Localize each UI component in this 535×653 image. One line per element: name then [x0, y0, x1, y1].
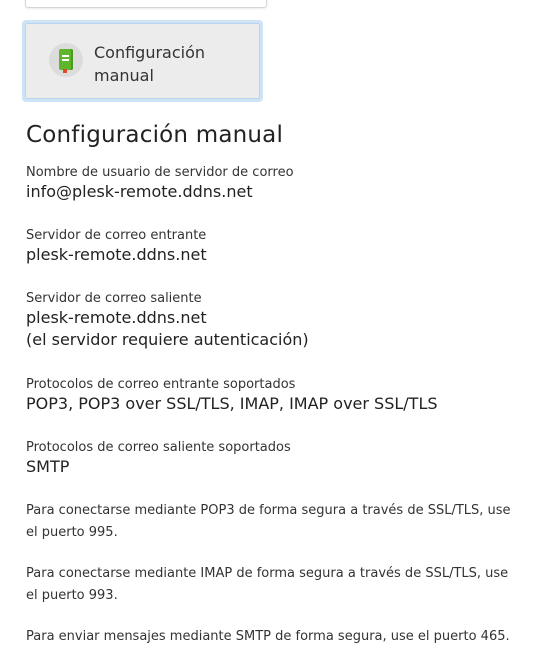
field-username: Nombre de usuario de servidor de correo …	[26, 164, 294, 203]
field-label: Protocolos de correo saliente soportados	[26, 440, 291, 455]
field-outgoing-server: Servidor de correo saliente plesk-remote…	[26, 290, 309, 351]
field-value: info@plesk-remote.ddns.net	[26, 182, 253, 201]
note-smtp: Para enviar mensajes mediante SMTP de fo…	[26, 629, 510, 644]
field-label: Protocolos de correo entrante soportados	[26, 377, 296, 392]
manual-book-icon	[59, 49, 73, 73]
book-line	[62, 59, 69, 61]
option-label-line1: Configuración	[94, 43, 206, 62]
field-incoming-server: Servidor de correo entrante plesk-remote…	[26, 227, 207, 266]
book-bookmark	[63, 69, 67, 73]
field-incoming-protocols: Protocolos de correo entrante soportados…	[26, 376, 438, 415]
book-line	[62, 55, 69, 57]
option-icon-circle	[49, 43, 83, 77]
field-label: Nombre de usuario de servidor de correo	[26, 165, 294, 180]
option-label-line2: manual	[94, 66, 154, 85]
field-value: SMTP	[26, 457, 70, 476]
mail-setup-page: Configuración manual Configuración manua…	[0, 0, 535, 653]
note-imap: Para conectarse mediante IMAP de forma s…	[26, 566, 509, 603]
section-title: Configuración manual	[26, 122, 284, 148]
field-outgoing-protocols: Protocolos de correo saliente soportados…	[26, 439, 291, 478]
field-value-note: (el servidor requiere autenticación)	[26, 330, 309, 349]
manual-configuration-option[interactable]: Configuración manual	[22, 20, 263, 102]
field-value: POP3, POP3 over SSL/TLS, IMAP, IMAP over…	[26, 394, 438, 413]
field-value: plesk-remote.ddns.net	[26, 245, 207, 264]
previous-option-card[interactable]	[25, 0, 267, 8]
note-pop3: Para conectarse mediante POP3 de forma s…	[26, 503, 511, 540]
option-label: Configuración manual	[94, 41, 244, 87]
field-label: Servidor de correo entrante	[26, 228, 207, 243]
field-label: Servidor de correo saliente	[26, 291, 202, 306]
field-value: plesk-remote.ddns.net	[26, 308, 207, 327]
